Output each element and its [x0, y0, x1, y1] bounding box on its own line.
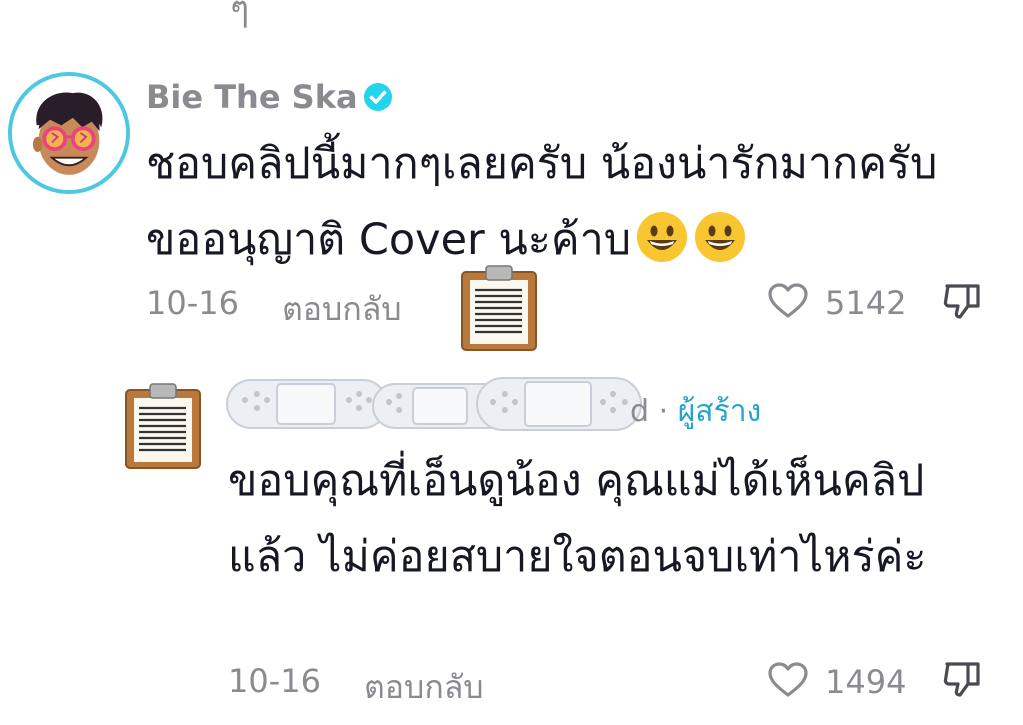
reply-author-line: d · ผู้สร้าง: [630, 388, 761, 435]
reply-text: ขอบคุณที่เอ็นดูน้อง คุณแม่ได้เห็นคลิปแล้…: [228, 456, 927, 582]
bandage-emoji: [226, 377, 642, 431]
thumbs-down-icon[interactable]: [942, 282, 982, 320]
comment-like-count: 5142: [825, 284, 907, 322]
previous-comment-cutoff: ๆ: [230, 0, 250, 30]
comment-date: 10-16: [146, 284, 239, 322]
reply-date: 10-16: [228, 662, 321, 700]
avatar-cartoon-face-icon: [12, 76, 126, 190]
verified-badge-icon: [364, 83, 392, 111]
heart-outline-icon[interactable]: [768, 283, 808, 319]
grinning-face-emoji: [635, 210, 689, 264]
comment-username[interactable]: Bie The Ska: [146, 78, 358, 116]
clipboard-emoji: [125, 383, 201, 469]
avatar[interactable]: [8, 72, 130, 194]
thumbs-down-icon[interactable]: [942, 660, 982, 698]
reply-username-suffix[interactable]: d: [630, 394, 649, 429]
separator-dot: ·: [658, 394, 669, 429]
heart-outline-icon[interactable]: [768, 662, 808, 698]
reply-like-count: 1494: [825, 663, 907, 701]
grinning-face-emoji: [693, 210, 747, 264]
creator-badge: ผู้สร้าง: [677, 394, 762, 429]
comment-text: ชอบคลิปนี้มากๆเลยครับ น้องน่ารักมากครับ …: [146, 126, 946, 278]
reply-reply-button[interactable]: ตอบกลับ: [364, 662, 484, 713]
comment-reply-button[interactable]: ตอบกลับ: [282, 284, 402, 335]
comment-body: ชอบคลิปนี้มากๆเลยครับ น้องน่ารักมากครับ …: [146, 139, 938, 265]
clipboard-emoji: [461, 265, 537, 351]
